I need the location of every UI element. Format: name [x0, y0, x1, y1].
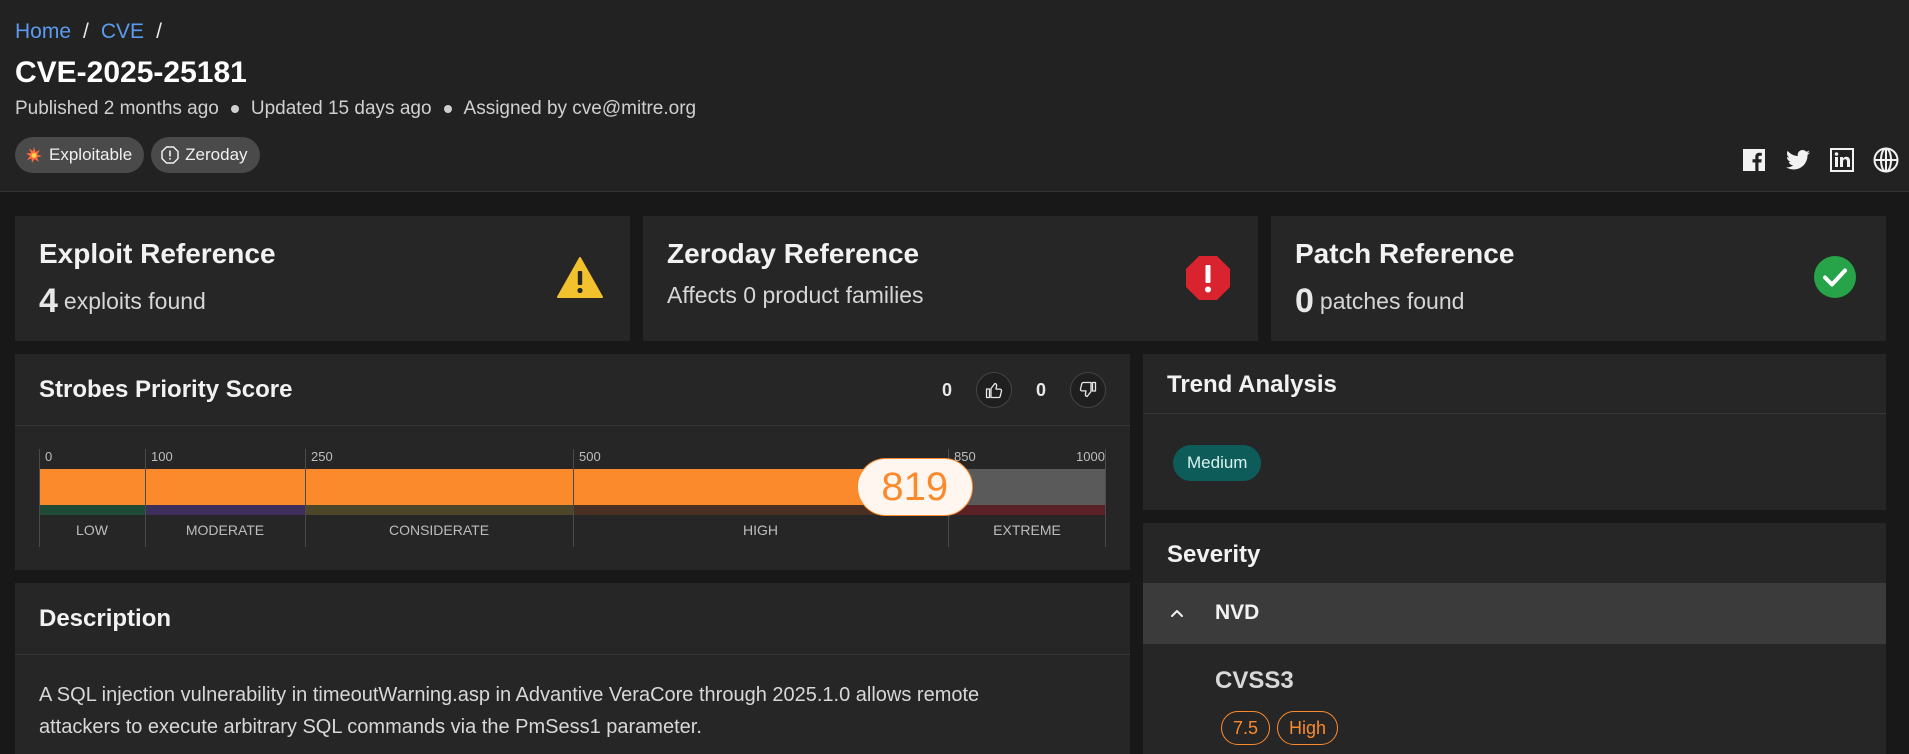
patch-count-text: 0 patches found — [1295, 282, 1464, 321]
priority-score-panel: Strobes Priority Score 0 0 LOW MODERATE CO… — [15, 354, 1130, 570]
score-value-pill: 819 — [856, 458, 973, 516]
patch-reference-title: Patch Reference — [1295, 238, 1515, 269]
exploit-count-text: 4 exploits found — [39, 282, 206, 321]
description-text: A SQL injection vulnerability in timeout… — [39, 684, 980, 738]
tick-line — [1105, 449, 1106, 547]
tick-label: 250 — [311, 449, 333, 464]
cvss-title: CVSS3 — [1215, 667, 1294, 694]
tick-line — [39, 449, 40, 547]
published-text: Published 2 months ago — [15, 98, 219, 119]
tag-zeroday[interactable]: Zeroday — [151, 137, 260, 173]
cve-meta: Published 2 months ago Updated 15 days a… — [15, 98, 696, 120]
breadcrumb: Home / CVE / — [15, 20, 162, 44]
thumbs-down-icon — [1079, 381, 1097, 398]
band-low — [39, 505, 145, 515]
patch-suffix: patches found — [1319, 288, 1465, 314]
breadcrumb-home-link[interactable]: Home — [15, 20, 71, 44]
exploit-count: 4 — [39, 282, 58, 320]
share-links — [1741, 147, 1899, 173]
meta-dot — [230, 105, 239, 113]
band-considerate — [305, 505, 573, 515]
dislike-count: 0 — [1035, 379, 1046, 400]
vote-controls: 0 0 — [942, 372, 1106, 408]
cvss-score-badge: 7.5 — [1221, 711, 1271, 745]
breadcrumb-cve-link[interactable]: CVE — [101, 20, 144, 44]
band-label-high: HIGH — [743, 522, 778, 538]
band-label-considerate: CONSIDERATE — [388, 522, 490, 538]
exploit-reference-title: Exploit Reference — [39, 238, 276, 269]
severity-panel: Severity NVD CVSS3 7.5 High — [1143, 523, 1886, 754]
zeroday-reference-card[interactable]: Zeroday Reference Affects 0 product fami… — [643, 216, 1258, 341]
band-label-low: LOW — [76, 522, 108, 538]
tag-list: Exploitable Zeroday — [15, 137, 260, 173]
page-title: CVE-2025-25181 — [15, 56, 247, 89]
explosion-icon — [25, 146, 43, 164]
exploit-suffix: exploits found — [63, 288, 206, 314]
priority-score-gauge: LOW MODERATE CONSIDERATE HIGH EXTREME 0 100 250… — [39, 449, 1106, 559]
tag-exploitable[interactable]: Exploitable — [15, 137, 145, 173]
chevron-up-icon — [1167, 603, 1187, 623]
score-bar-fill — [39, 469, 915, 505]
warning-octagon-icon — [161, 146, 179, 164]
breadcrumb-separator: / — [156, 20, 162, 43]
tick-line — [305, 449, 306, 547]
severity-header: Severity — [1143, 523, 1886, 583]
description-header: Description — [15, 583, 1130, 655]
linkedin-icon[interactable] — [1829, 147, 1855, 173]
tick-label: 500 — [579, 449, 601, 464]
cvss-level-badge: High — [1277, 711, 1339, 745]
band-label-moderate: MODERATE — [185, 522, 265, 538]
meta-dot — [443, 105, 452, 113]
tag-label: Exploitable — [49, 145, 133, 164]
nvd-accordion-header[interactable]: NVD — [1143, 583, 1886, 644]
facebook-icon[interactable] — [1741, 147, 1767, 173]
zeroday-reference-title: Zeroday Reference — [667, 238, 920, 269]
tick-line — [573, 449, 574, 547]
band-label-extreme: EXTREME — [993, 522, 1061, 538]
description-title: Description — [39, 605, 172, 632]
thumbs-up-icon — [985, 382, 1003, 399]
check-circle-icon — [1812, 254, 1860, 302]
tick-label: 0 — [45, 449, 53, 464]
tick-label: 100 — [151, 449, 173, 464]
exploit-reference-card[interactable]: Exploit Reference 4 exploits found — [15, 216, 630, 341]
updated-text: Updated 15 days ago — [250, 98, 432, 119]
tag-label: Zeroday — [185, 145, 248, 164]
patch-count: 0 — [1295, 282, 1314, 320]
twitter-icon[interactable] — [1785, 147, 1811, 173]
cve-header: Home / CVE / CVE-2025-25181 Published 2 … — [0, 0, 1909, 192]
warning-triangle-icon — [556, 254, 604, 302]
priority-score-title: Strobes Priority Score — [39, 376, 293, 403]
zeroday-reference-text: Affects 0 product families — [667, 282, 924, 308]
band-extreme — [948, 505, 1106, 515]
band-moderate — [145, 505, 305, 515]
cvss-badges: 7.5 High — [1221, 711, 1339, 745]
assigned-text: Assigned by cve@mitre.org — [463, 98, 697, 119]
trend-analysis-panel: Trend Analysis Medium — [1143, 354, 1886, 510]
like-count: 0 — [941, 379, 952, 400]
patch-reference-card[interactable]: Patch Reference 0 patches found — [1271, 216, 1886, 341]
nvd-label: NVD — [1215, 601, 1260, 624]
globe-icon[interactable] — [1873, 147, 1899, 173]
thumbs-up-button[interactable] — [975, 372, 1012, 408]
priority-score-header: Strobes Priority Score 0 0 — [15, 354, 1130, 426]
thumbs-down-button[interactable] — [1070, 372, 1106, 408]
trend-analysis-header: Trend Analysis — [1143, 354, 1886, 414]
tick-label: 1000 — [1076, 449, 1105, 464]
trend-analysis-title: Trend Analysis — [1167, 371, 1337, 398]
trend-badge: Medium — [1173, 445, 1262, 481]
tick-line — [145, 449, 146, 547]
description-panel: Description A SQL injection vulnerabilit… — [15, 583, 1130, 754]
alert-octagon-icon — [1184, 254, 1232, 302]
breadcrumb-separator: / — [83, 20, 89, 43]
severity-title: Severity — [1167, 541, 1261, 568]
